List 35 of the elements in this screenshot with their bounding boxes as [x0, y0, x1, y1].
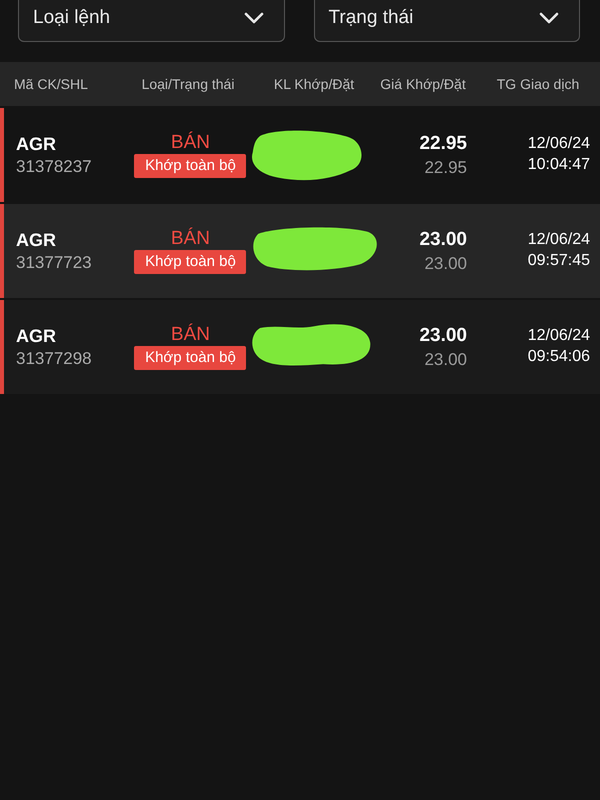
order-row[interactable]: AGR 31377723 BÁN Khớp toàn bộ 23.00 23.00 12/06/24 09:57:45: [0, 204, 600, 298]
trade-date: 12/06/24: [528, 134, 590, 154]
order-price: 23.00: [424, 350, 467, 370]
trade-time: 10:04:47: [528, 155, 590, 175]
filter-dropdown[interactable]: Trạng thái: [314, 0, 580, 42]
order-row[interactable]: AGR 31377298 BÁN Khớp toàn bộ 23.00 23.00 12/06/24 09:54:06: [0, 300, 600, 394]
matched-price: 23.00: [419, 228, 467, 250]
matched-price: 23.00: [419, 324, 467, 346]
trade-date: 12/06/24: [528, 230, 590, 250]
filter-dropdown[interactable]: Loại lệnh: [18, 0, 284, 42]
trade-time: 09:57:45: [528, 251, 590, 271]
order-number: 31378237: [16, 156, 93, 176]
column-header: TG Giao dịch: [496, 76, 580, 92]
status-badge: Khớp toàn bộ: [134, 154, 246, 178]
order-price: 23.00: [424, 254, 467, 274]
trade-date: 12/06/24: [528, 326, 590, 346]
order-side: BÁN: [170, 132, 210, 154]
column-header: Mã CK/SHL: [13, 76, 89, 92]
order-side: BÁN: [170, 228, 210, 250]
stock-symbol: AGR: [16, 326, 57, 346]
trade-time: 09:54:06: [528, 347, 590, 367]
matched-price: 22.95: [419, 132, 467, 154]
stock-symbol: AGR: [16, 134, 57, 154]
order-side: BÁN: [170, 324, 210, 346]
order-price: 22.95: [424, 158, 467, 178]
column-header: KL Khớp/Đặt: [272, 76, 356, 92]
order-number: 31377298: [16, 348, 93, 368]
status-badge: Khớp toàn bộ: [134, 250, 246, 274]
column-header: Loại/Trạng thái: [140, 76, 236, 92]
stock-symbol: AGR: [16, 230, 57, 250]
chevron-down-icon: [244, 12, 264, 24]
order-number: 31377723: [16, 252, 93, 272]
status-badge: Khớp toàn bộ: [134, 346, 246, 370]
column-header: Giá Khớp/Đặt: [379, 76, 467, 92]
chevron-down-icon: [539, 12, 559, 24]
